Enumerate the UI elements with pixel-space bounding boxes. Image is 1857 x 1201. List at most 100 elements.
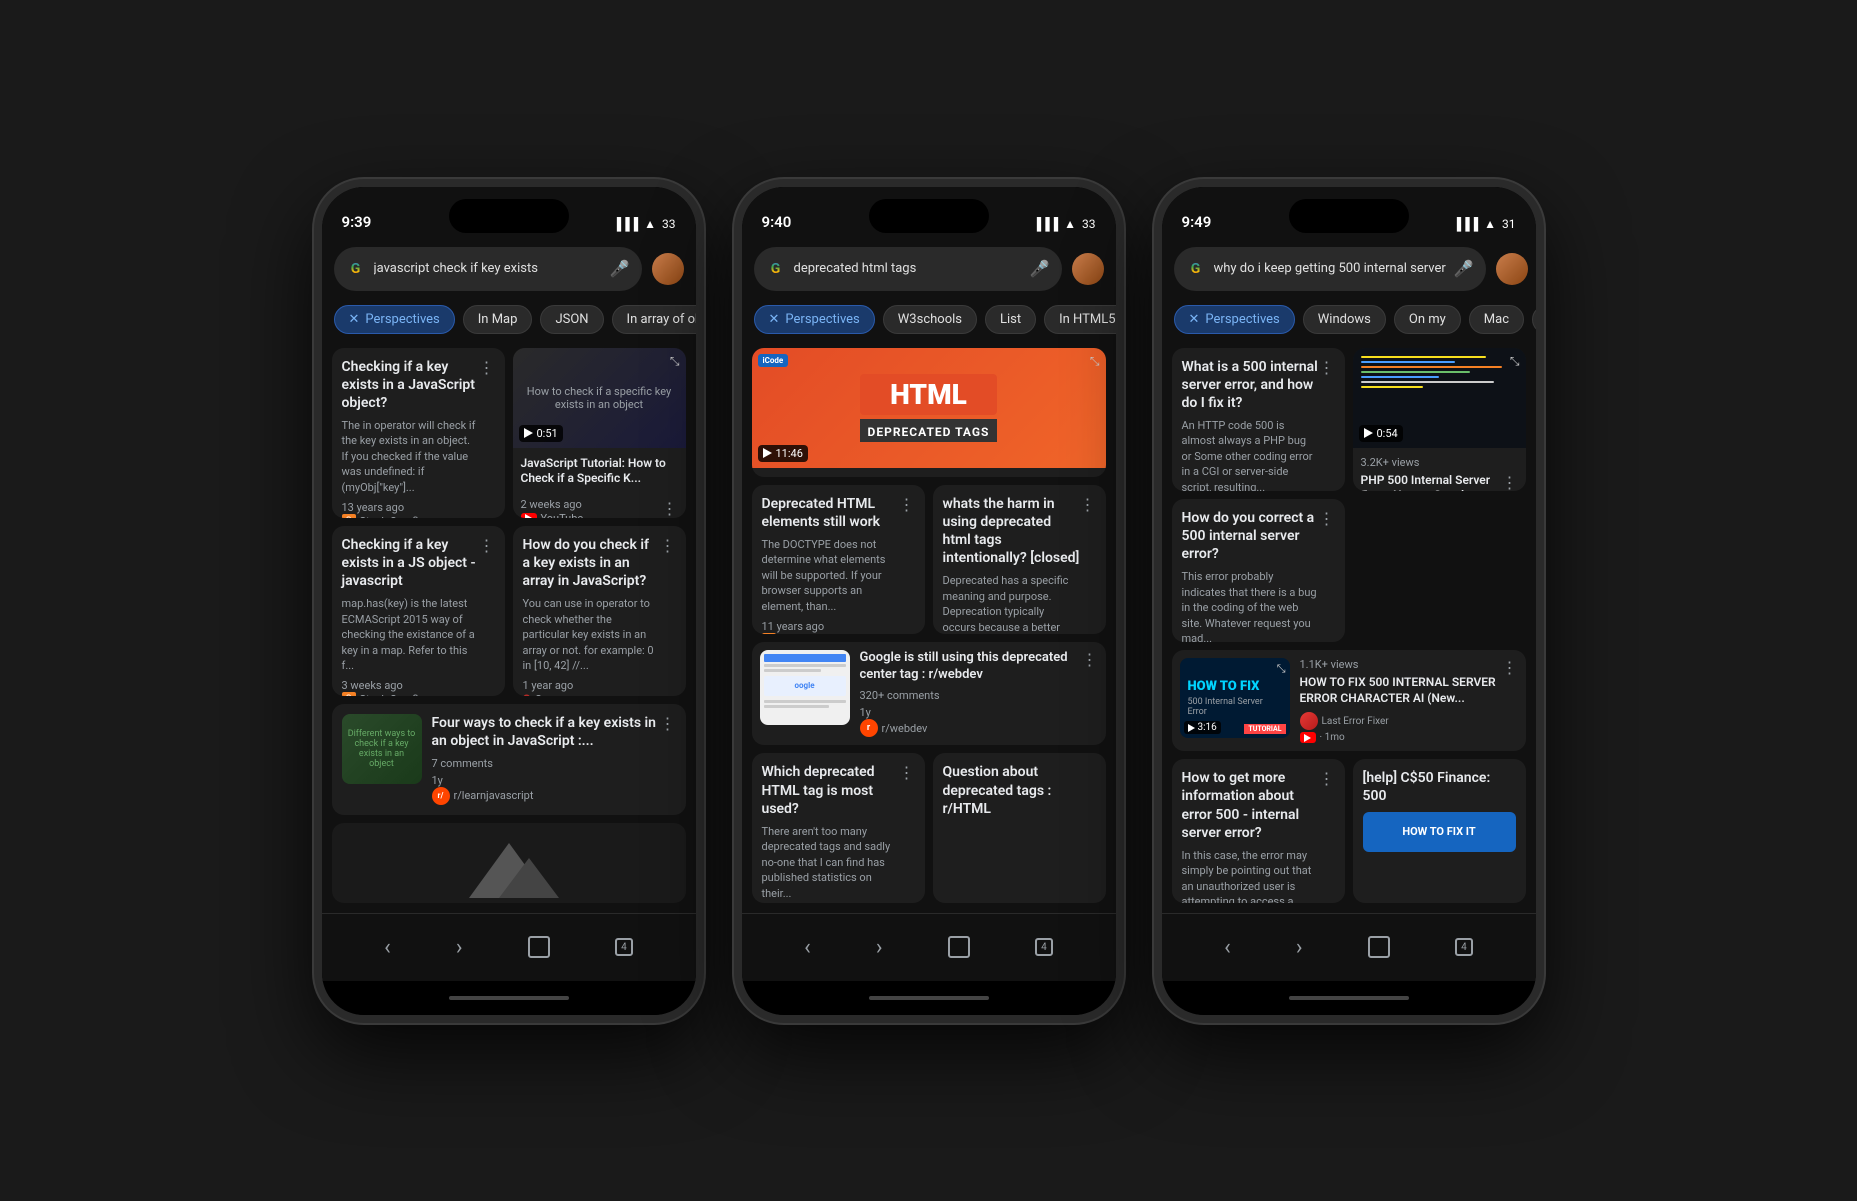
duration-3-2: 0:54	[1359, 425, 1403, 442]
dynamic-island-3	[1289, 199, 1409, 233]
tabs-btn-3[interactable]: 4	[1447, 930, 1481, 964]
chip-w3-2[interactable]: W3schools	[883, 305, 977, 334]
chip-perspectives-1[interactable]: ✕ Perspectives	[334, 305, 455, 334]
chip-inarrayofobjects-1[interactable]: In array of objects	[612, 305, 696, 334]
result-card-1-5[interactable]: Different ways to check if a key exists …	[332, 704, 686, 814]
result-card-3-6[interactable]: [help] C$50 Finance: 500 HOW TO FIX IT	[1353, 759, 1526, 902]
wifi-icon-3: ▲	[1484, 217, 1496, 231]
result-title-3-6: [help] C$50 Finance: 500	[1363, 769, 1516, 805]
tabs-btn-1[interactable]: 4	[607, 930, 641, 964]
expand-icon-1-2: ⤡	[670, 354, 680, 369]
result-card-1-6[interactable]	[332, 823, 686, 903]
chip-mac-3[interactable]: Mac	[1469, 305, 1524, 334]
back-btn-1[interactable]: ‹	[376, 927, 399, 968]
result-card-2-2[interactable]: Deprecated HTML elements still work The …	[752, 485, 925, 634]
chip-flights-3[interactable]: Flights	[1532, 305, 1535, 334]
icode-badge: iCode	[758, 354, 789, 367]
chip-json-1[interactable]: JSON	[540, 305, 603, 334]
last-error-avatar	[1300, 712, 1318, 730]
more-dots-3-4[interactable]: ⋮	[1502, 658, 1518, 677]
bottom-nav-1: ‹ › 4	[322, 913, 696, 981]
result-card-3-5[interactable]: How to get more information about error …	[1172, 759, 1345, 902]
home-btn-3[interactable]	[1360, 928, 1398, 966]
mic-icon-1[interactable]: 🎤	[610, 259, 630, 278]
battery-icon-1: 33	[662, 217, 676, 231]
back-btn-2[interactable]: ‹	[796, 927, 819, 968]
result-card-3-3[interactable]: How do you correct a 500 internal server…	[1172, 499, 1345, 642]
mic-icon-2[interactable]: 🎤	[1030, 259, 1050, 278]
result-time-2-2: 11 years ago	[762, 620, 825, 633]
more-dots-2-5[interactable]: ⋮	[899, 763, 915, 782]
chip-perspectives-2[interactable]: ✕ Perspectives	[754, 305, 875, 334]
result-snippet-2-2: The DOCTYPE does not determine what elem…	[762, 537, 899, 614]
search-query-1: javascript check if key exists	[374, 261, 602, 276]
chip-html5-2[interactable]: In HTML5	[1044, 305, 1115, 334]
search-input-wrap-1[interactable]: G javascript check if key exists 🎤	[334, 247, 642, 291]
chip-windows-3[interactable]: Windows	[1303, 305, 1386, 334]
more-dots-2-3[interactable]: ⋮	[1080, 495, 1096, 514]
home-btn-2[interactable]	[940, 928, 978, 966]
more-dots-3-5[interactable]: ⋮	[1319, 769, 1335, 788]
more-dots-1-3[interactable]: ⋮	[479, 536, 495, 555]
result-snippet-1-1: The in operator will check if the key ex…	[342, 418, 479, 495]
result-card-1-4[interactable]: How do you check if a key exists in an a…	[513, 526, 686, 696]
more-dots-3-3[interactable]: ⋮	[1319, 509, 1335, 528]
result-card-2-1[interactable]: HTML DEPRECATED TAGS ⤡ 11:46	[752, 348, 1106, 477]
chip-perspectives-3[interactable]: ✕ Perspectives	[1174, 305, 1295, 334]
more-dots-1-4[interactable]: ⋮	[660, 536, 676, 555]
result-card-3-2[interactable]: 0:54 ⤡ 3.2K+ views PHP 500 Internal Serv…	[1353, 348, 1526, 491]
chip-inmap-1[interactable]: In Map	[463, 305, 533, 334]
google-logo-3: G	[1186, 259, 1206, 279]
reddit-avatar-1-5: r/	[432, 787, 450, 805]
result-snippet-3-1: An HTTP code 500 is almost always a PHP …	[1182, 418, 1319, 491]
result-card-2-4[interactable]: oogle Google is still using this depreca	[752, 642, 1106, 746]
avatar-2[interactable]	[1072, 253, 1104, 285]
forward-btn-3[interactable]: ›	[1288, 927, 1311, 968]
result-card-3-4[interactable]: HOW TO FIX 500 Internal Server Error TUT…	[1172, 650, 1526, 751]
search-bar-2: G deprecated html tags 🎤	[742, 239, 1116, 299]
dynamic-island-2	[869, 199, 989, 233]
more-dots-1-2[interactable]: ⋮	[662, 499, 678, 518]
home-indicator-1	[322, 981, 696, 1015]
chip-list-2[interactable]: List	[985, 305, 1036, 334]
result-card-1-3[interactable]: Checking if a key exists in a JS object …	[332, 526, 505, 696]
tabs-btn-2[interactable]: 4	[1027, 930, 1061, 964]
more-dots-3-1[interactable]: ⋮	[1319, 358, 1335, 377]
more-dots-2-2[interactable]: ⋮	[899, 495, 915, 514]
result-card-3-1[interactable]: What is a 500 internal server error, and…	[1172, 348, 1345, 491]
forward-btn-1[interactable]: ›	[448, 927, 471, 968]
forward-btn-2[interactable]: ›	[868, 927, 891, 968]
back-btn-3[interactable]: ‹	[1216, 927, 1239, 968]
chip-x-1: ✕	[349, 312, 360, 327]
content-1: Checking if a key exists in a JavaScript…	[322, 344, 696, 913]
search-input-wrap-2[interactable]: G deprecated html tags 🎤	[754, 247, 1062, 291]
more-dots-3-2[interactable]: ⋮	[1502, 473, 1518, 491]
signal-icon-3: ▐▐▐	[1453, 217, 1479, 231]
phone-3: 9:49 ▐▐▐ ▲ 31 G why do i keep getting 50…	[1154, 179, 1544, 1023]
chip-onmy-3[interactable]: On my	[1394, 305, 1461, 334]
result-card-1-2[interactable]: How to check if a specific key exists in…	[513, 348, 686, 518]
more-dots-2-4[interactable]: ⋮	[1082, 650, 1098, 669]
avatar-3[interactable]	[1496, 253, 1528, 285]
result-source-1-3: S Stack Overflow	[342, 692, 479, 696]
google-logo-2: G	[766, 259, 786, 279]
result-card-2-5[interactable]: Which deprecated HTML tag is most used? …	[752, 753, 925, 902]
result-snippet-3-3: This error probably indicates that there…	[1182, 569, 1319, 642]
more-dots-1-5[interactable]: ⋮	[660, 714, 676, 733]
search-input-wrap-3[interactable]: G why do i keep getting 500 internal ser…	[1174, 247, 1486, 291]
avatar-1[interactable]	[652, 253, 684, 285]
thumb-info-3-2: 3.2K+ views PHP 500 Internal Server Erro…	[1353, 448, 1526, 491]
result-snippet-2-3: Deprecated has a specific meaning and pu…	[943, 573, 1080, 633]
filter-chips-2: ✕ Perspectives W3schools List In HTML5 E…	[742, 299, 1116, 344]
more-dots-1-1[interactable]: ⋮	[479, 358, 495, 377]
result-card-2-6[interactable]: Question about deprecated tags : r/HTML	[933, 753, 1106, 902]
result-card-2-3[interactable]: whats the harm in using deprecated html …	[933, 485, 1106, 634]
home-btn-1[interactable]	[520, 928, 558, 966]
status-icons-1: ▐▐▐ ▲ 33	[613, 217, 676, 231]
mic-icon-3[interactable]: 🎤	[1454, 259, 1474, 278]
status-icons-3: ▐▐▐ ▲ 31	[1453, 217, 1516, 231]
result-card-1-1[interactable]: Checking if a key exists in a JavaScript…	[332, 348, 505, 518]
result-time-1-4: 1 year ago	[523, 679, 574, 692]
result-title-1-1: Checking if a key exists in a JavaScript…	[342, 358, 479, 413]
result-source-1-5: r/ r/learnjavascript	[432, 787, 660, 805]
